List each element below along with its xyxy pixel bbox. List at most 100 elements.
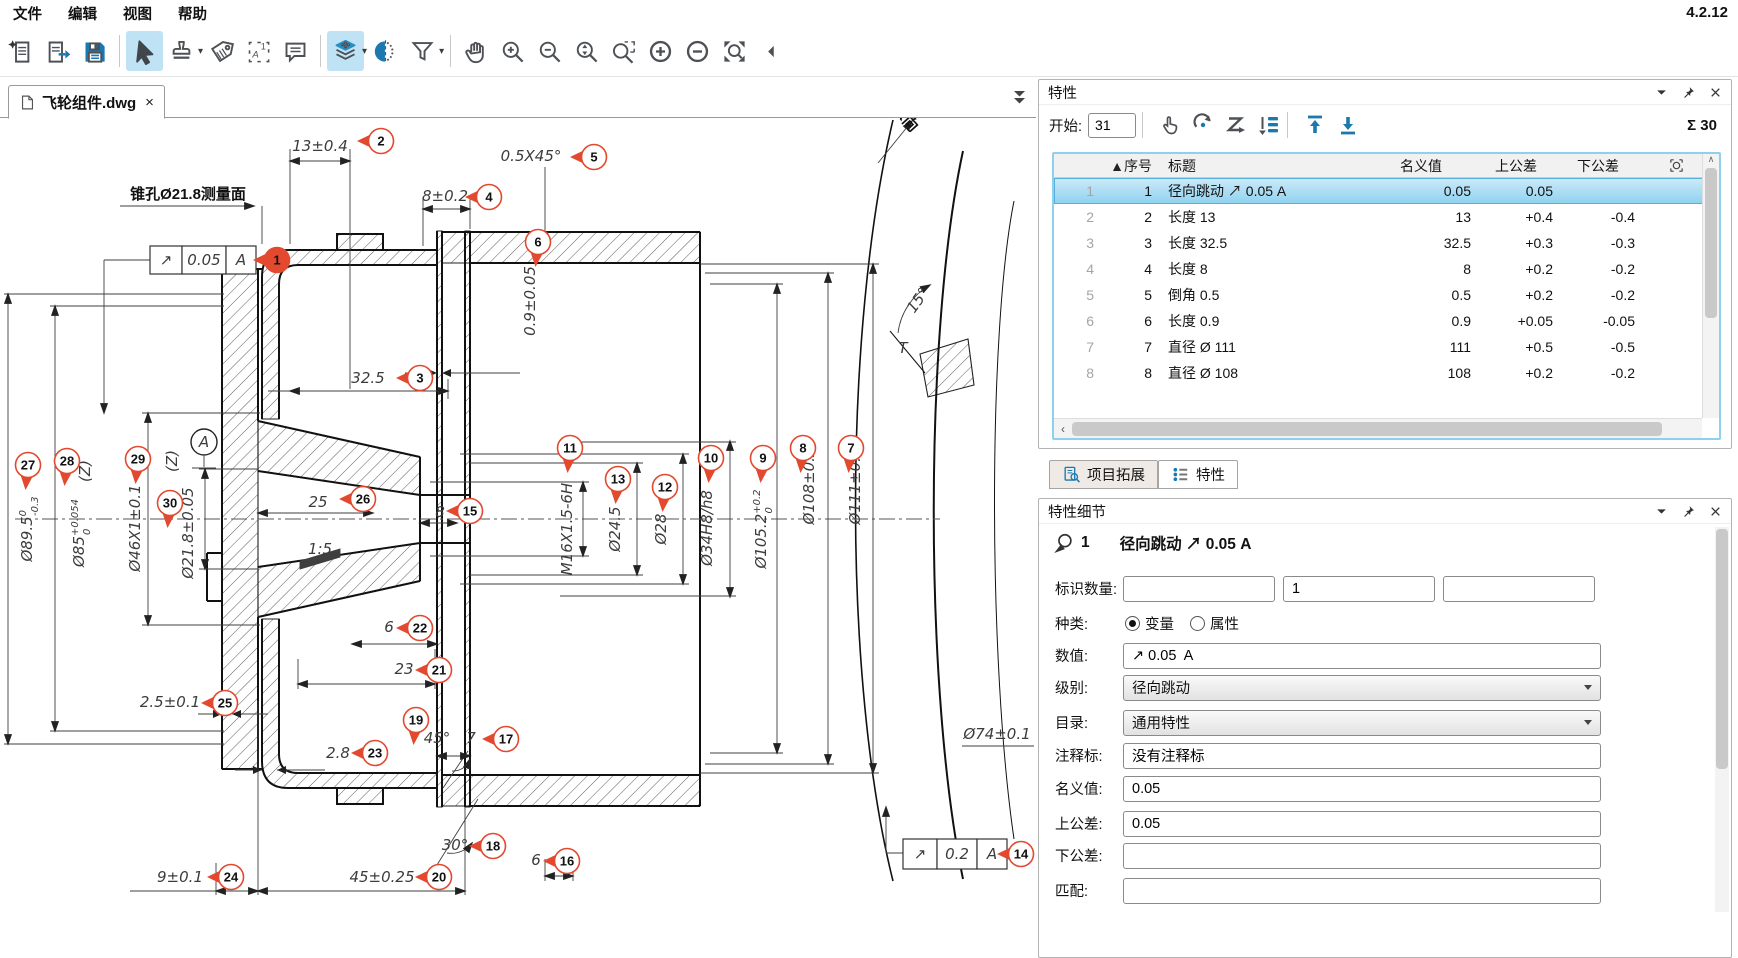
inspection-balloon-20[interactable]: 20: [415, 865, 452, 890]
tab-overflow-icon[interactable]: [1013, 90, 1026, 108]
move-top-icon[interactable]: [1303, 113, 1327, 137]
field-input[interactable]: [1123, 776, 1601, 802]
hand-pointer-icon[interactable]: [1158, 113, 1182, 137]
layers-button[interactable]: [327, 31, 364, 71]
field-select[interactable]: 径向跳动: [1123, 675, 1601, 701]
start-input[interactable]: [1088, 113, 1136, 138]
inspection-balloon-22[interactable]: 22: [396, 616, 433, 641]
inspection-balloon-18[interactable]: 18: [469, 834, 506, 859]
inspection-balloon-16[interactable]: 16: [543, 849, 580, 874]
field-select[interactable]: 通用特性: [1123, 710, 1601, 736]
panel-tab-active[interactable]: 特性: [1158, 460, 1238, 489]
document-tab[interactable]: 飞轮组件.dwg ×: [8, 85, 165, 119]
details-scrollbar[interactable]: [1715, 527, 1729, 912]
inspection-balloon-27[interactable]: 27: [16, 453, 41, 491]
inspection-balloon-25[interactable]: 25: [201, 691, 238, 716]
inspection-balloon-11[interactable]: 11: [558, 436, 583, 474]
drawing-canvas[interactable]: 飞轮组件.dwg ×: [0, 77, 1036, 899]
inspection-balloon-9[interactable]: 9: [751, 446, 776, 484]
menu-item-2[interactable]: 视图: [110, 1, 165, 26]
increase-button[interactable]: [642, 31, 679, 71]
inspection-balloon-24[interactable]: 24: [207, 865, 244, 890]
zigzag-path-icon[interactable]: [1224, 113, 1248, 137]
radio-unchecked[interactable]: [1190, 616, 1205, 631]
inspection-balloon-5[interactable]: 5: [570, 145, 607, 170]
chevron-down-icon[interactable]: [1655, 86, 1668, 99]
table-vertical-scrollbar[interactable]: ∧: [1702, 154, 1719, 418]
filter-button[interactable]: [404, 31, 441, 71]
zoom-window-button[interactable]: [605, 31, 642, 71]
table-horizontal-scrollbar[interactable]: ‹: [1054, 418, 1702, 438]
field-input[interactable]: [1283, 576, 1435, 602]
field-input[interactable]: [1123, 743, 1601, 769]
table-row[interactable]: 44长度 88+0.2-0.2: [1054, 256, 1719, 282]
column-lower[interactable]: 下公差: [1569, 156, 1651, 176]
inspection-balloon-4[interactable]: 4: [465, 185, 502, 210]
radio-checked[interactable]: [1125, 616, 1140, 631]
table-row[interactable]: 77直径 Ø 111111+0.5-0.5: [1054, 334, 1719, 360]
mirror-view-button[interactable]: [367, 31, 404, 71]
inspection-balloon-26[interactable]: 26: [339, 487, 376, 512]
field-input[interactable]: [1123, 576, 1275, 602]
refresh-icon[interactable]: [1191, 113, 1215, 137]
pin-icon[interactable]: [1682, 86, 1695, 99]
radio-label[interactable]: 属性: [1210, 613, 1239, 634]
field-input[interactable]: [1443, 576, 1595, 602]
inspection-balloon-21[interactable]: 21: [415, 658, 452, 683]
close-icon[interactable]: [1709, 86, 1722, 99]
new-document-button[interactable]: [2, 31, 39, 71]
field-input[interactable]: [1123, 843, 1601, 869]
move-bottom-icon[interactable]: [1336, 113, 1360, 137]
locate-icon[interactable]: [1651, 157, 1701, 174]
collapse-toolbar-button[interactable]: [753, 31, 790, 71]
inspection-balloon-3[interactable]: 3: [396, 366, 433, 391]
pin-icon[interactable]: [1682, 505, 1695, 518]
zoom-in-button[interactable]: [494, 31, 531, 71]
close-icon[interactable]: [1709, 505, 1722, 518]
panel-tab-inactive[interactable]: 项目拓展: [1049, 460, 1158, 489]
inspection-balloon-12[interactable]: 12: [653, 475, 678, 513]
table-row[interactable]: 22长度 1313+0.4-0.4: [1054, 204, 1719, 230]
column-title[interactable]: 标题: [1160, 156, 1392, 176]
column-upper[interactable]: 上公差: [1487, 156, 1569, 176]
inspection-balloon-23[interactable]: 23: [351, 741, 388, 766]
field-input[interactable]: [1123, 811, 1601, 837]
menu-item-3[interactable]: 帮助: [165, 1, 220, 26]
inspection-balloon-17[interactable]: 17: [482, 727, 519, 752]
table-header[interactable]: ▲序号 标题 名义值 上公差 下公差: [1054, 154, 1719, 178]
open-document-button[interactable]: [39, 31, 76, 71]
zoom-out-button[interactable]: [531, 31, 568, 71]
technical-drawing[interactable]: 13±0.4锥孔Ø21.8测量面8±0.20.5X45°0.9±0.0532.5…: [0, 118, 1036, 899]
stamp-button[interactable]: [163, 31, 200, 71]
inspection-balloon-13[interactable]: 13: [606, 467, 631, 505]
comment-button[interactable]: [277, 31, 314, 71]
table-row[interactable]: 11径向跳动 ↗ 0.05 A0.050.05: [1054, 178, 1719, 204]
select-cursor-button[interactable]: [126, 31, 163, 71]
area-select-button[interactable]: A1: [240, 31, 277, 71]
inspection-balloon-10[interactable]: 10: [699, 446, 724, 484]
zoom-selected-button[interactable]: [568, 31, 605, 71]
zoom-fit-button[interactable]: [716, 31, 753, 71]
table-row[interactable]: 33长度 32.532.5+0.3-0.3: [1054, 230, 1719, 256]
tag-button[interactable]: [203, 31, 240, 71]
save-button[interactable]: [76, 31, 113, 71]
menu-item-1[interactable]: 编辑: [55, 1, 110, 26]
radio-label[interactable]: 变量: [1145, 613, 1174, 634]
menu-item-0[interactable]: 文件: [0, 1, 55, 26]
pan-button[interactable]: [457, 31, 494, 71]
table-row[interactable]: 55倒角 0.50.5+0.2-0.2: [1054, 282, 1719, 308]
table-row[interactable]: 88直径 Ø 108108+0.2-0.2: [1054, 360, 1719, 386]
table-row[interactable]: 66长度 0.90.9+0.05-0.05: [1054, 308, 1719, 334]
inspection-balloon-15[interactable]: 15: [446, 499, 483, 524]
column-nominal[interactable]: 名义值: [1392, 156, 1487, 176]
field-input[interactable]: [1123, 643, 1601, 669]
close-document-icon[interactable]: ×: [145, 94, 154, 111]
inspection-balloon-29[interactable]: 29: [126, 447, 151, 485]
column-seq[interactable]: ▲序号: [1102, 156, 1160, 176]
decrease-button[interactable]: [679, 31, 716, 71]
chevron-down-icon[interactable]: [1655, 505, 1668, 518]
sort-list-icon[interactable]: [1257, 113, 1281, 137]
dropdown-caret-icon[interactable]: ▾: [439, 46, 444, 57]
field-input[interactable]: [1123, 878, 1601, 904]
inspection-balloon-2[interactable]: 2: [357, 129, 394, 154]
